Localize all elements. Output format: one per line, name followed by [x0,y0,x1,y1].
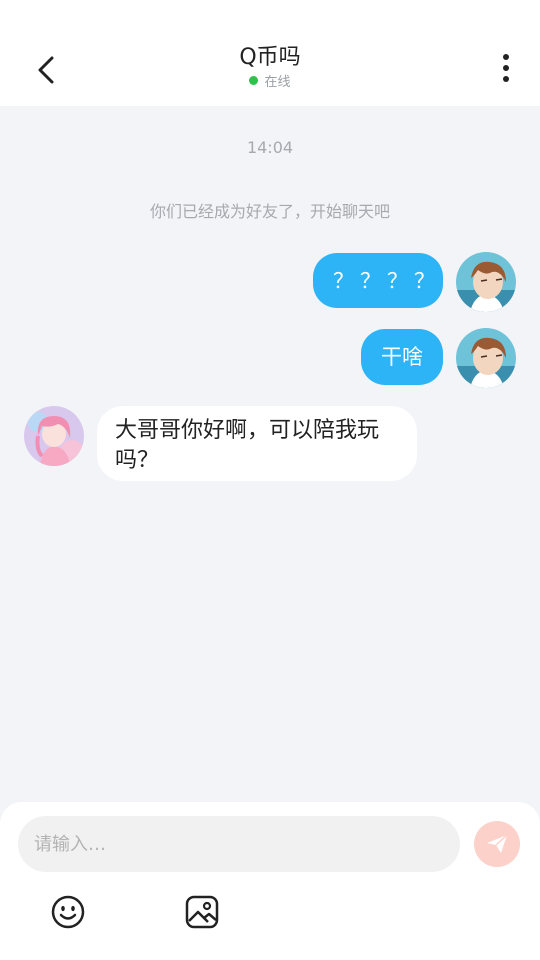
send-button[interactable] [474,821,520,867]
more-options-button[interactable] [494,54,518,88]
status-text: 在线 [264,75,291,90]
chat-screen: Q币吗 在线 14:04 你们已经成为好友了，开始聊天吧 ？？？？ 干啥 大哥哥… [0,0,540,960]
my-avatar[interactable] [456,328,516,388]
my-avatar[interactable] [456,252,516,312]
system-message: 你们已经成为好友了，开始聊天吧 [149,202,390,221]
chat-header: Q币吗 在线 [0,0,540,106]
smile-icon [51,895,85,929]
outgoing-message-bubble[interactable]: ？？？？ [313,253,443,308]
more-vertical-icon [494,54,518,82]
image-button[interactable] [184,894,220,930]
image-icon [185,895,219,929]
contact-name: Q币吗 [239,45,301,70]
message-timestamp: 14:04 [246,138,294,157]
send-icon [487,834,508,853]
contact-avatar[interactable] [24,406,84,466]
online-dot [249,76,259,85]
message-composer [0,802,540,960]
message-input[interactable] [18,816,460,872]
online-status: 在线 [0,74,540,92]
outgoing-message-bubble[interactable]: 干啥 [361,329,443,385]
emoji-button[interactable] [50,894,86,930]
incoming-message-bubble[interactable]: 大哥哥你好啊，可以陪我玩吗？ [97,406,417,481]
